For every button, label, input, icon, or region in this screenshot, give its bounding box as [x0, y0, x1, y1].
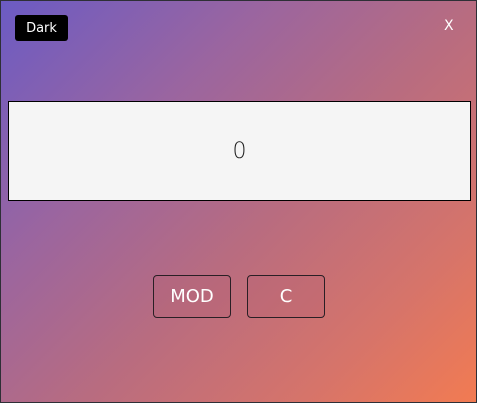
- close-icon[interactable]: X: [444, 18, 454, 34]
- calculator-display: 0: [8, 101, 471, 201]
- mod-button[interactable]: MOD: [153, 275, 231, 318]
- calculator-window: Dark X 0 MOD C: [0, 0, 477, 403]
- display-value: 0: [232, 138, 247, 164]
- clear-button[interactable]: C: [247, 275, 325, 318]
- dark-mode-toggle-button[interactable]: Dark: [15, 15, 68, 41]
